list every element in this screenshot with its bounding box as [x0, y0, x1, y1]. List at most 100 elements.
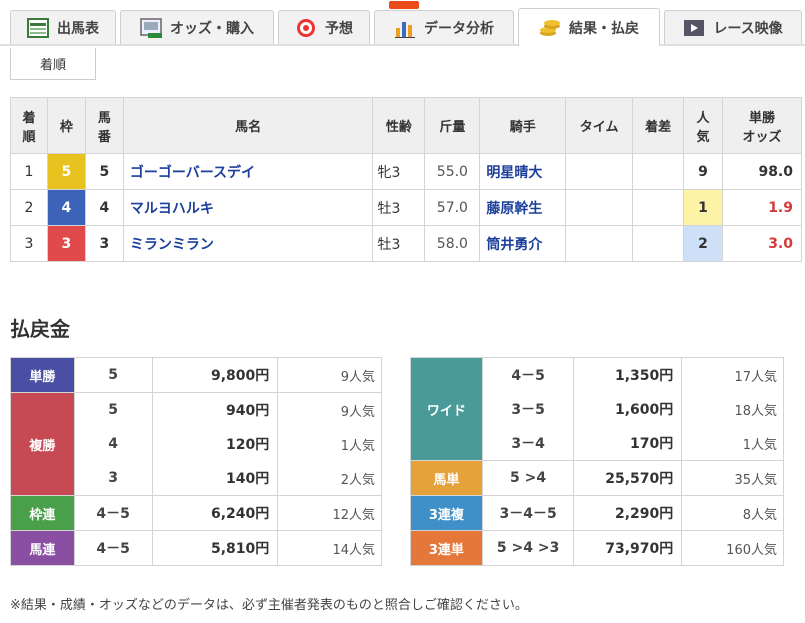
- payout-combo: 3－4－5: [481, 495, 575, 531]
- time-cell: [565, 153, 634, 190]
- tab-yoso[interactable]: 予想: [278, 10, 370, 44]
- waku-cell: 4: [46, 189, 86, 226]
- payout-popularity: 18人気: [681, 392, 784, 426]
- popularity-cell: 1: [683, 189, 723, 226]
- rank-cell: 3: [10, 225, 48, 262]
- waku-cell: 5: [46, 153, 86, 190]
- bet-type-wakuren: 枠連: [10, 495, 75, 531]
- header-rank: 着順: [10, 97, 48, 154]
- header-umaban: 馬番: [84, 97, 124, 154]
- margin-cell: [632, 153, 685, 190]
- bet-type-fukusho: 複勝: [10, 392, 75, 496]
- payout-combo: 3－5: [481, 392, 575, 426]
- weight-cell: 57.0: [424, 189, 481, 226]
- popularity-cell: 9: [683, 153, 723, 190]
- weight-cell: 58.0: [424, 225, 481, 262]
- payout-popularity: 35人気: [681, 460, 784, 496]
- table-row: 1 5 5 ゴーゴーバースデイ 牝3 55.0 明星晴大 9 98.0: [10, 153, 802, 190]
- result-table: 着順 枠 馬番 馬名 性齢 斤量 騎手 タイム 着差 人気 単勝 オッズ 1 5 …: [10, 97, 802, 262]
- tab-label: 出馬表: [57, 20, 99, 37]
- payout-row: 3連単 5 >4 >3 73,970円 160人気: [410, 530, 784, 566]
- tab-result[interactable]: 結果・払戻: [518, 8, 660, 46]
- payout-popularity: 2人気: [277, 461, 382, 496]
- payout-title: 払戻金: [10, 317, 70, 341]
- payout-amount: 73,970円: [573, 530, 683, 566]
- subtab-chakujun[interactable]: 着順: [10, 48, 96, 80]
- jockey-link[interactable]: 藤原幹生: [479, 189, 567, 226]
- table-header: 着順 枠 馬番 馬名 性齢 斤量 騎手 タイム 着差 人気 単勝 オッズ: [10, 97, 802, 154]
- payout-row: 単勝 5 9,800円 9人気: [10, 357, 382, 393]
- odds-cell: 3.0: [722, 225, 802, 262]
- payout-popularity: 9人気: [277, 392, 382, 427]
- bet-type-umatan: 馬単: [410, 460, 483, 496]
- tab-label: オッズ・購入: [170, 20, 254, 37]
- ipat-icon: [140, 17, 162, 38]
- tab-odds[interactable]: オッズ・購入: [120, 10, 274, 44]
- target-icon: [295, 18, 317, 38]
- header-time: タイム: [565, 97, 634, 154]
- header-name: 馬名: [122, 97, 374, 154]
- payout-combo: 5 >4 >3: [481, 530, 575, 566]
- payout-row: 複勝 5 940円 9人気: [10, 392, 382, 496]
- payout-popularity: 14人気: [277, 530, 382, 566]
- payout-combo: 4－5: [73, 530, 153, 566]
- rank-cell: 1: [10, 153, 48, 190]
- header-jockey: 騎手: [479, 97, 567, 154]
- coins-icon: [539, 18, 561, 38]
- horse-name-link[interactable]: マルヨハルキ: [122, 189, 374, 226]
- disclaimer-note: ※結果・成績・オッズなどのデータは、必ず主催者発表のものと照合しご確認ください。: [10, 598, 528, 613]
- sex-age-cell: 牡3: [372, 189, 426, 226]
- header-pop: 人気: [683, 97, 723, 154]
- bet-type-sanrenpuku: 3連複: [410, 495, 483, 531]
- table-row: 3 3 3 ミランミラン 牡3 58.0 筒井勇介 2 3.0: [10, 225, 802, 262]
- payout-combo: 5: [73, 357, 153, 393]
- payout-combo: 3－4: [481, 426, 575, 461]
- bet-type-tansho: 単勝: [10, 357, 75, 393]
- tab-label: 結果・払戻: [569, 20, 639, 37]
- horse-name-link[interactable]: ゴーゴーバースデイ: [122, 153, 374, 190]
- sex-age-cell: 牡3: [372, 225, 426, 262]
- payout-popularity: 9人気: [277, 357, 382, 393]
- tab-video[interactable]: レース映像: [664, 10, 802, 44]
- popularity-cell: 2: [683, 225, 723, 262]
- payout-amount: 1,600円: [573, 392, 683, 426]
- jockey-link[interactable]: 筒井勇介: [479, 225, 567, 262]
- payout-combo: 3: [73, 461, 153, 496]
- payout-combo: 5 >4: [481, 460, 575, 496]
- table-icon: [27, 17, 49, 38]
- video-icon: [683, 18, 705, 38]
- tab-data[interactable]: データ分析: [374, 1, 514, 44]
- time-cell: [565, 189, 634, 226]
- bar-chart-icon: [394, 18, 416, 38]
- payout-popularity: 1人気: [277, 427, 382, 461]
- payout-row: 馬単 5 >4 25,570円 35人気: [410, 460, 784, 496]
- payout-popularity: 8人気: [681, 495, 784, 531]
- odds-cell: 98.0: [722, 153, 802, 190]
- waku-cell: 3: [46, 225, 86, 262]
- header-weight: 斤量: [424, 97, 481, 154]
- horse-name-link[interactable]: ミランミラン: [122, 225, 374, 262]
- weight-cell: 55.0: [424, 153, 481, 190]
- payout-row: 枠連 4－5 6,240円 12人気: [10, 495, 382, 531]
- payout-amount: 170円: [573, 426, 683, 461]
- payout-amount: 5,810円: [151, 530, 279, 566]
- payout-combo: 4－5: [73, 495, 153, 531]
- header-waku: 枠: [46, 97, 86, 154]
- payout-combo: 4－5: [481, 357, 575, 392]
- payout-amount: 6,240円: [151, 495, 279, 531]
- time-cell: [565, 225, 634, 262]
- payout-table-left: 単勝 5 9,800円 9人気 複勝 5 940円 9人気 4 120円 1人気…: [10, 357, 382, 566]
- payout-amount: 1,350円: [573, 357, 683, 392]
- jockey-link[interactable]: 明星晴大: [479, 153, 567, 190]
- umaban-cell: 3: [84, 225, 124, 262]
- payout-row: 3連複 3－4－5 2,290円 8人気: [410, 495, 784, 531]
- margin-cell: [632, 189, 685, 226]
- tab-shutuba[interactable]: 出馬表: [10, 10, 116, 44]
- payout-amount: 120円: [151, 427, 279, 461]
- payout-amount: 940円: [151, 392, 279, 427]
- payout-popularity: 1人気: [681, 426, 784, 461]
- payout-amount: 140円: [151, 461, 279, 496]
- tab-label: データ分析: [424, 20, 494, 37]
- payout-amount: 25,570円: [573, 460, 683, 496]
- header-margin: 着差: [632, 97, 685, 154]
